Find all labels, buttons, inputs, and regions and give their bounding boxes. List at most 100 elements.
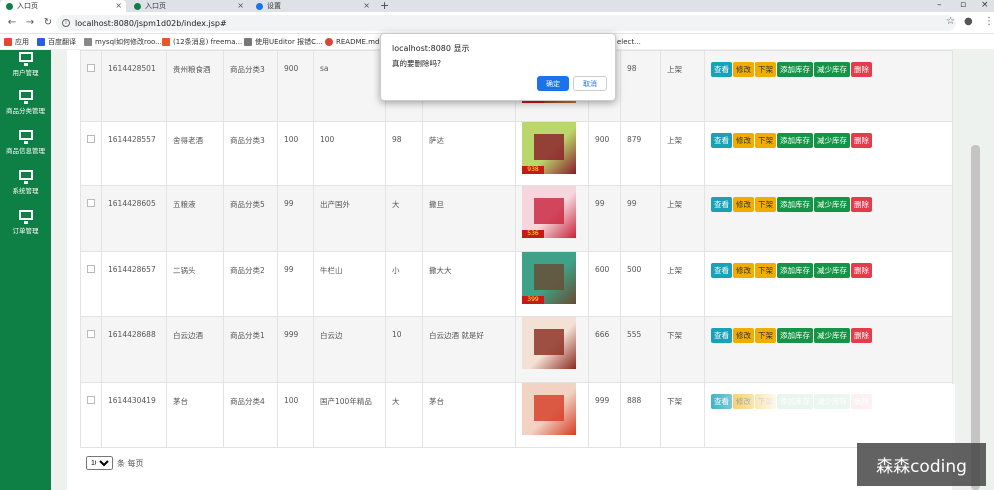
cell-origin: sa — [313, 50, 386, 122]
row-checkbox[interactable] — [87, 64, 95, 72]
bookmark-ueditor[interactable]: 使用UEditor 报错C... — [244, 37, 323, 47]
cell-desc: 茅台 — [422, 382, 516, 448]
cell-price2: 666 — [588, 316, 621, 383]
row-checkbox[interactable] — [87, 135, 95, 143]
tab-bar: 入口页 × 入口页 × 设置 × + – ▫ × — [0, 0, 994, 12]
edit-button[interactable]: 修改 — [733, 197, 754, 212]
cell-spec: 10 — [385, 316, 423, 383]
cell-price2: 999 — [588, 382, 621, 448]
bookmark-icon — [84, 37, 92, 46]
cell-origin: 国产100年精品 — [313, 382, 386, 448]
cell-price: 999 — [277, 316, 314, 383]
view-button[interactable]: 查看 — [711, 263, 732, 278]
view-button[interactable]: 查看 — [711, 62, 732, 77]
cell-price2: 99 — [588, 185, 621, 252]
cell-actions: 查看 修改 下架 添加库存 减少库存 删除 — [704, 50, 953, 122]
bookmark-freemarker[interactable]: (12条消息) freema... — [162, 37, 242, 47]
bookmark-apps[interactable]: 应用 — [4, 37, 29, 47]
sidebar-item-system-management[interactable]: 系统管理 — [0, 170, 51, 195]
delete-button[interactable]: 删除 — [851, 133, 872, 148]
delete-button[interactable]: 删除 — [851, 263, 872, 278]
row-checkbox[interactable] — [87, 330, 95, 338]
add-stock-button[interactable]: 添加库存 — [777, 263, 813, 278]
price-tag: 536 — [522, 230, 544, 238]
add-stock-button[interactable]: 添加库存 — [777, 197, 813, 212]
edit-button[interactable]: 修改 — [733, 263, 754, 278]
view-button[interactable]: 查看 — [711, 133, 732, 148]
close-tab-icon[interactable]: × — [363, 1, 370, 10]
info-icon[interactable]: i — [62, 19, 70, 27]
cell-status: 上架 — [660, 185, 705, 252]
url-field[interactable]: i localhost:8080/jspm1d02b/index.jsp# — [56, 15, 956, 31]
reload-icon[interactable]: ↻ — [42, 17, 54, 28]
close-tab-icon[interactable]: × — [115, 1, 122, 10]
sidebar-item-user-management[interactable]: 用户管理 — [0, 52, 51, 77]
cell-image: 938 — [515, 121, 589, 186]
add-stock-button[interactable]: 添加库存 — [777, 62, 813, 77]
reduce-stock-button[interactable]: 减少库存 — [814, 133, 850, 148]
dialog-title: localhost:8080 显示 — [392, 44, 470, 53]
cell-category: 商品分类4 — [223, 382, 278, 448]
delete-button[interactable]: 删除 — [851, 328, 872, 343]
minimize-icon[interactable]: – — [937, 0, 942, 10]
browser-tab-2[interactable]: 入口页 × — [128, 0, 248, 12]
product-image — [522, 317, 576, 369]
unlist-button[interactable]: 下架 — [755, 328, 776, 343]
unlist-button[interactable]: 下架 — [755, 197, 776, 212]
monitor-icon — [18, 52, 33, 66]
reduce-stock-button[interactable]: 减少库存 — [814, 263, 850, 278]
cell-origin: 牛栏山 — [313, 251, 386, 317]
row-checkbox[interactable] — [87, 265, 95, 273]
bookmark-select[interactable]: elect... — [617, 38, 641, 46]
bookmark-readme[interactable]: README.md - — [325, 37, 384, 46]
add-stock-button[interactable]: 添加库存 — [777, 328, 813, 343]
edit-button[interactable]: 修改 — [733, 328, 754, 343]
restore-icon[interactable]: ▫ — [960, 0, 966, 10]
browser-tab-3[interactable]: 设置 × — [250, 0, 374, 12]
dialog-cancel-button[interactable]: 取消 — [573, 76, 607, 91]
profile-icon[interactable]: ● — [964, 16, 973, 27]
bookmark-baidu[interactable]: 百度翻译 — [37, 37, 76, 47]
reduce-stock-button[interactable]: 减少库存 — [814, 328, 850, 343]
menu-icon[interactable]: ⋮ — [984, 16, 994, 27]
bookmark-mysql[interactable]: mysql如何修改roo... — [84, 37, 162, 47]
sidebar-item-category-management[interactable]: 商品分类管理 — [0, 90, 51, 115]
unlist-button[interactable]: 下架 — [755, 62, 776, 77]
row-checkbox-cell — [80, 50, 102, 122]
close-window-icon[interactable]: × — [981, 0, 989, 10]
back-icon[interactable]: ← — [6, 17, 18, 28]
delete-button[interactable]: 删除 — [851, 62, 872, 77]
reduce-stock-button[interactable]: 减少库存 — [814, 197, 850, 212]
page-size-select[interactable]: 10 — [86, 456, 113, 470]
browser-tab-1[interactable]: 入口页 × — [0, 0, 126, 12]
sidebar-item-product-management[interactable]: 商品信息管理 — [0, 130, 51, 155]
row-checkbox[interactable] — [87, 199, 95, 207]
tab-label: 设置 — [267, 2, 281, 10]
row-checkbox-cell — [80, 121, 102, 186]
dialog-ok-button[interactable]: 确定 — [537, 76, 569, 91]
view-button[interactable]: 查看 — [711, 197, 732, 212]
star-icon[interactable]: ☆ — [946, 16, 955, 27]
delete-button[interactable]: 删除 — [851, 197, 872, 212]
cell-price: 99 — [277, 185, 314, 252]
address-bar-row: ← → ↻ i localhost:8080/jspm1d02b/index.j… — [0, 12, 994, 34]
forward-icon[interactable]: → — [24, 17, 36, 28]
cell-desc: 白云边酒 就是好 — [422, 316, 516, 383]
edit-button[interactable]: 修改 — [733, 62, 754, 77]
new-tab-icon[interactable]: + — [380, 0, 389, 11]
edit-button[interactable]: 修改 — [733, 133, 754, 148]
row-checkbox[interactable] — [87, 396, 95, 404]
monitor-icon — [18, 210, 33, 224]
add-stock-button[interactable]: 添加库存 — [777, 133, 813, 148]
sidebar-item-order-management[interactable]: 订单管理 — [0, 210, 51, 235]
cell-desc: 撒大大 — [422, 251, 516, 317]
reduce-stock-button[interactable]: 减少库存 — [814, 62, 850, 77]
scrollbar[interactable] — [971, 145, 980, 490]
cell-category: 商品分类3 — [223, 121, 278, 186]
cell-price2: 900 — [588, 121, 621, 186]
view-button[interactable]: 查看 — [711, 328, 732, 343]
close-tab-icon[interactable]: × — [237, 1, 244, 10]
unlist-button[interactable]: 下架 — [755, 263, 776, 278]
cell-actions: 查看 修改 下架 添加库存 减少库存 删除 — [704, 185, 953, 252]
unlist-button[interactable]: 下架 — [755, 133, 776, 148]
